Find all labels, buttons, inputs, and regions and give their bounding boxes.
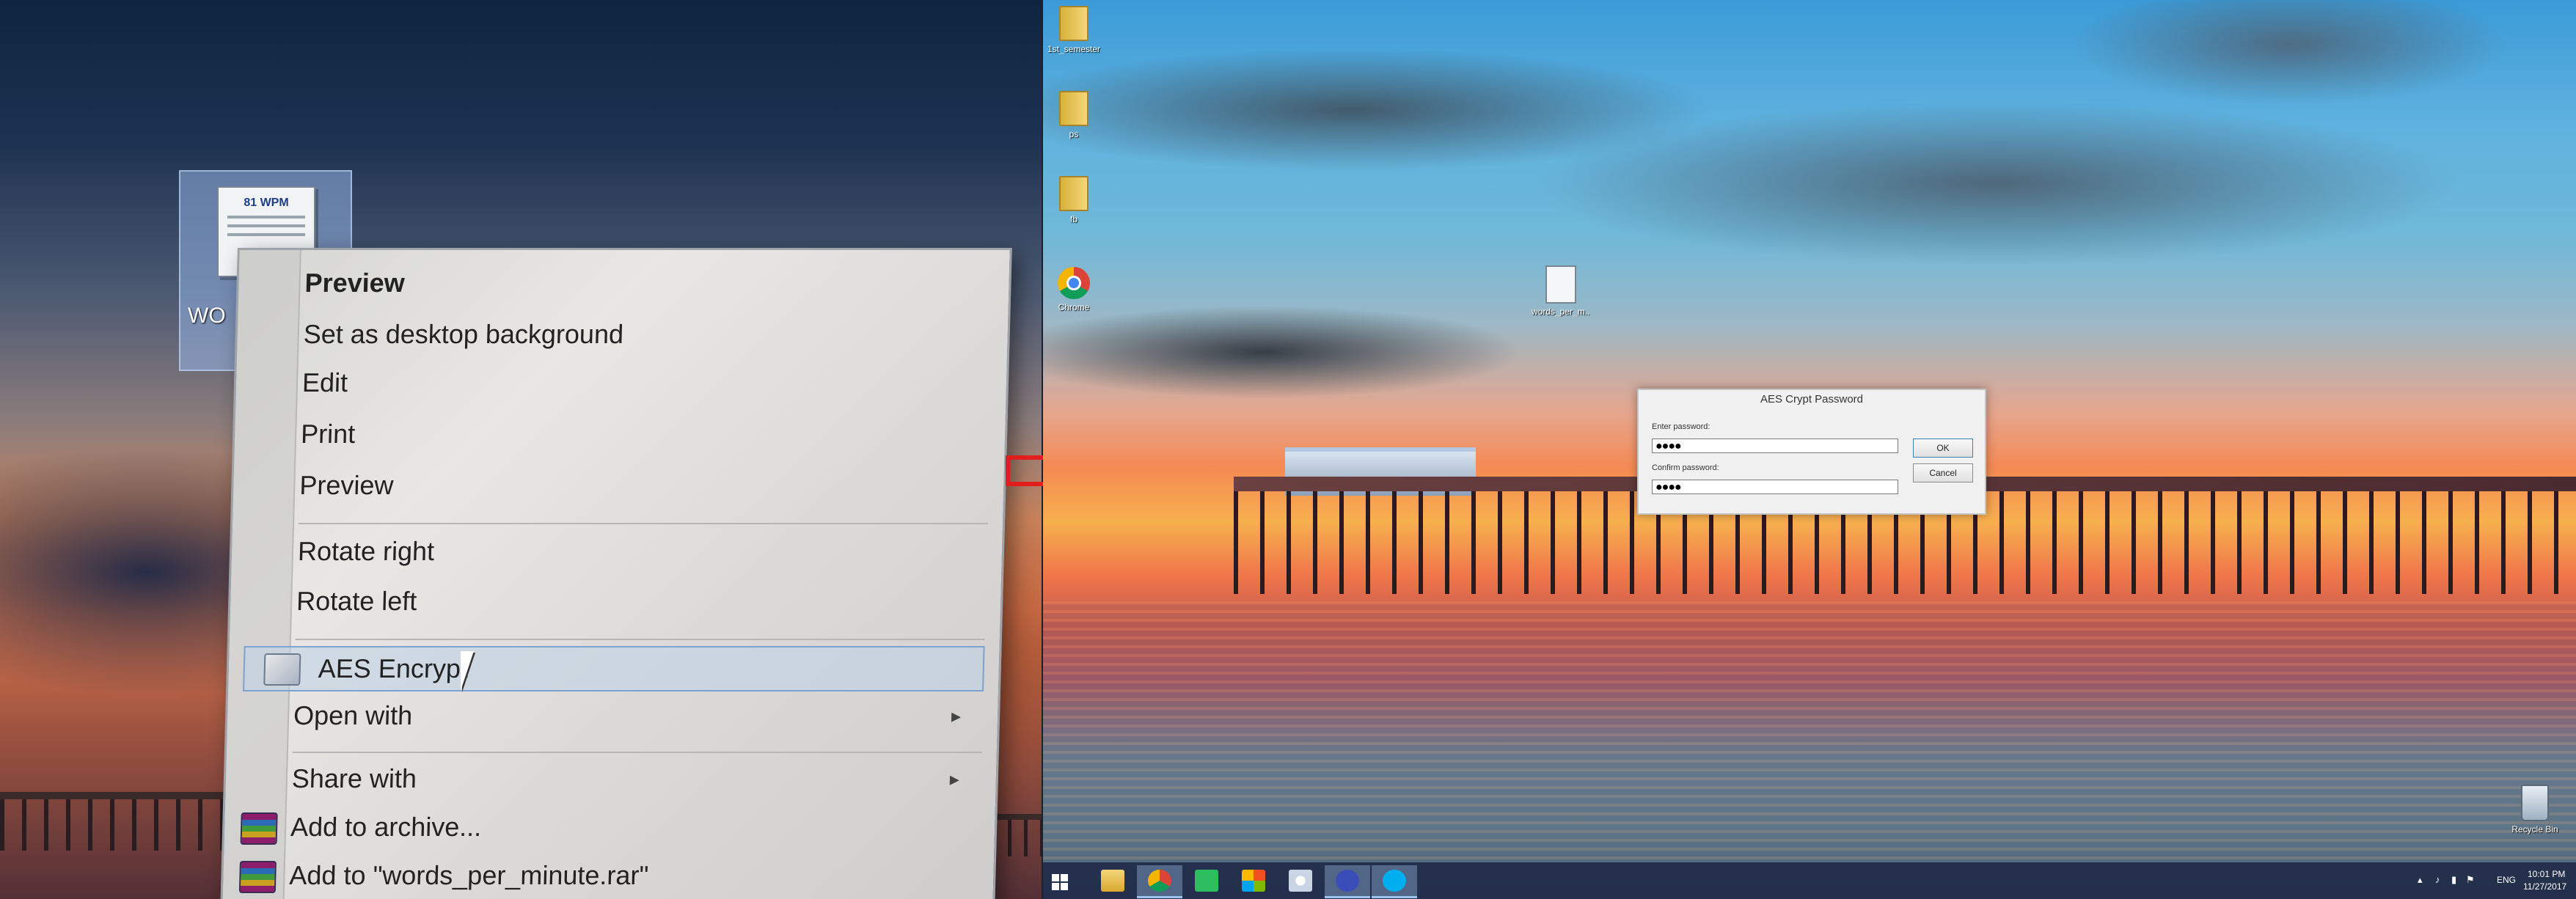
- cancel-button[interactable]: Cancel: [1913, 463, 1973, 482]
- left-photo-panel: 81 WPM WO Preview Set as desktop backgro…: [0, 0, 1042, 899]
- menu-item-label: Rotate left: [296, 586, 417, 616]
- menu-item-add-to-rar[interactable]: Add to "words_per_minute.rar": [238, 854, 980, 897]
- menu-item-label: Preview: [304, 268, 406, 298]
- taskbar-app-tiles[interactable]: [1231, 865, 1276, 896]
- folder-icon: [1059, 176, 1088, 211]
- thumbnail-line: [227, 224, 305, 227]
- menu-item-open-with[interactable]: Open with ▸: [293, 694, 984, 737]
- menu-item-print[interactable]: Print: [300, 413, 991, 455]
- menu-item-label: Add to "words_per_minute.rar": [288, 860, 649, 890]
- enter-password-label: Enter password:: [1652, 422, 1710, 431]
- submenu-arrow-icon: ▸: [951, 705, 962, 727]
- enter-password-input[interactable]: ●●●●: [1652, 439, 1898, 453]
- volume-icon[interactable]: ♪: [2435, 874, 2440, 885]
- tiles-icon: [1242, 870, 1265, 892]
- menu-item-share-with[interactable]: Share with ▸: [291, 757, 982, 800]
- winrar-icon: [238, 861, 277, 893]
- file-label: WO: [188, 304, 226, 328]
- skype-icon: [1383, 870, 1406, 892]
- thumbnail-line: [227, 216, 305, 219]
- gear-icon: [1336, 870, 1359, 892]
- desktop-icon-recycle-bin[interactable]: Recycle Bin: [2506, 785, 2564, 834]
- folder-icon: [1059, 6, 1088, 41]
- menu-item-label: Share with: [291, 763, 417, 793]
- menu-item-rotate-right[interactable]: Rotate right: [297, 530, 988, 573]
- menu-item-preview[interactable]: Preview: [299, 464, 990, 507]
- menu-separator: [298, 523, 989, 524]
- windows-logo-icon: [1052, 874, 1068, 890]
- menu-item-aes-encrypt[interactable]: AES Encrypt: [243, 646, 985, 691]
- language-indicator[interactable]: ENG: [2497, 875, 2516, 885]
- chrome-icon: [1058, 267, 1090, 299]
- aes-crypt-icon: [263, 653, 301, 686]
- menu-item-label: Rotate right: [297, 536, 435, 566]
- aes-crypt-password-dialog: AES Crypt Password Enter password: ●●●● …: [1637, 389, 1986, 515]
- document-icon: [1545, 265, 1576, 304]
- taskbar-chrome[interactable]: [1137, 865, 1182, 898]
- desktop-icon-label: Recycle Bin: [2511, 824, 2558, 834]
- taskbar-paint[interactable]: [1278, 865, 1323, 896]
- recycle-bin-icon: [2521, 785, 2549, 821]
- folder-icon: [1101, 870, 1124, 892]
- context-menu: Preview Set as desktop background Edit P…: [220, 248, 1012, 899]
- winrar-icon: [240, 812, 278, 845]
- desktop-icon-fb[interactable]: fb: [1044, 176, 1103, 224]
- network-icon[interactable]: ▮: [2451, 874, 2456, 886]
- taskbar: ▴ ♪ ▮ ⚑ ENG 10:01 PM 11/27/2017: [1043, 862, 2576, 899]
- menu-item-label: Add to archive...: [290, 812, 482, 842]
- menu-item-label: Print: [300, 419, 356, 449]
- desktop-icon-label: ps: [1069, 129, 1079, 139]
- thumbnail-title: 81 WPM: [244, 197, 289, 209]
- desktop-icon-label: Chrome: [1058, 302, 1090, 312]
- confirm-password-label: Confirm password:: [1652, 463, 1719, 472]
- menu-item-label: Preview: [299, 470, 394, 500]
- flag-icon[interactable]: ⚑: [2466, 874, 2475, 886]
- clock-date[interactable]: 11/27/2017: [2523, 881, 2566, 892]
- submenu-arrow-icon: ▸: [949, 768, 960, 790]
- menu-item-label: Edit: [301, 367, 348, 397]
- menu-item-preview-default[interactable]: Preview: [304, 262, 995, 304]
- taskbar-evernote[interactable]: [1184, 865, 1229, 896]
- taskbar-settings[interactable]: [1325, 865, 1370, 898]
- desktop-icon-chrome[interactable]: Chrome: [1044, 267, 1103, 312]
- evernote-icon: [1195, 870, 1218, 892]
- pier-silhouette: [0, 792, 235, 851]
- ok-button[interactable]: OK: [1913, 439, 1973, 458]
- paint-icon: [1289, 870, 1312, 892]
- ocean-water: [1043, 601, 2576, 865]
- windows-desktop: 1st_semester ps fb Chrome words_per_m...…: [1043, 0, 2576, 899]
- desktop-icon-label: 1st_semester: [1047, 44, 1101, 54]
- folder-icon: [1059, 91, 1088, 126]
- menu-item-edit[interactable]: Edit: [301, 362, 992, 404]
- taskbar-file-explorer[interactable]: [1090, 865, 1135, 896]
- mouse-cursor-icon: [461, 651, 474, 691]
- menu-separator: [292, 752, 982, 753]
- thumbnail-line: [227, 233, 305, 236]
- menu-item-add-to-archive[interactable]: Add to archive...: [240, 806, 981, 848]
- desktop-icon-label: words_per_m...: [1532, 307, 1590, 317]
- menu-item-rotate-left[interactable]: Rotate left: [296, 580, 987, 623]
- desktop-icon-ps[interactable]: ps: [1044, 91, 1103, 139]
- chrome-icon: [1148, 870, 1171, 892]
- clock-time[interactable]: 10:01 PM: [2528, 869, 2565, 879]
- confirm-password-input[interactable]: ●●●●: [1652, 480, 1898, 494]
- show-hidden-icons-icon[interactable]: ▴: [2418, 874, 2423, 886]
- menu-item-label: Open with: [293, 700, 413, 730]
- menu-item-label: AES Encrypt: [318, 653, 469, 683]
- dialog-title: AES Crypt Password: [1760, 393, 1864, 406]
- menu-item-label: Set as desktop background: [303, 319, 624, 349]
- desktop-icon-words-per-minute[interactable]: words_per_m...: [1532, 265, 1590, 317]
- desktop-icon-label: fb: [1069, 214, 1077, 224]
- desktop-icon-1st-semester[interactable]: 1st_semester: [1044, 6, 1103, 54]
- taskbar-skype[interactable]: [1372, 865, 1417, 898]
- menu-item-set-desktop-background[interactable]: Set as desktop background: [303, 313, 994, 356]
- menu-separator: [295, 639, 985, 640]
- start-button[interactable]: [1043, 865, 1088, 896]
